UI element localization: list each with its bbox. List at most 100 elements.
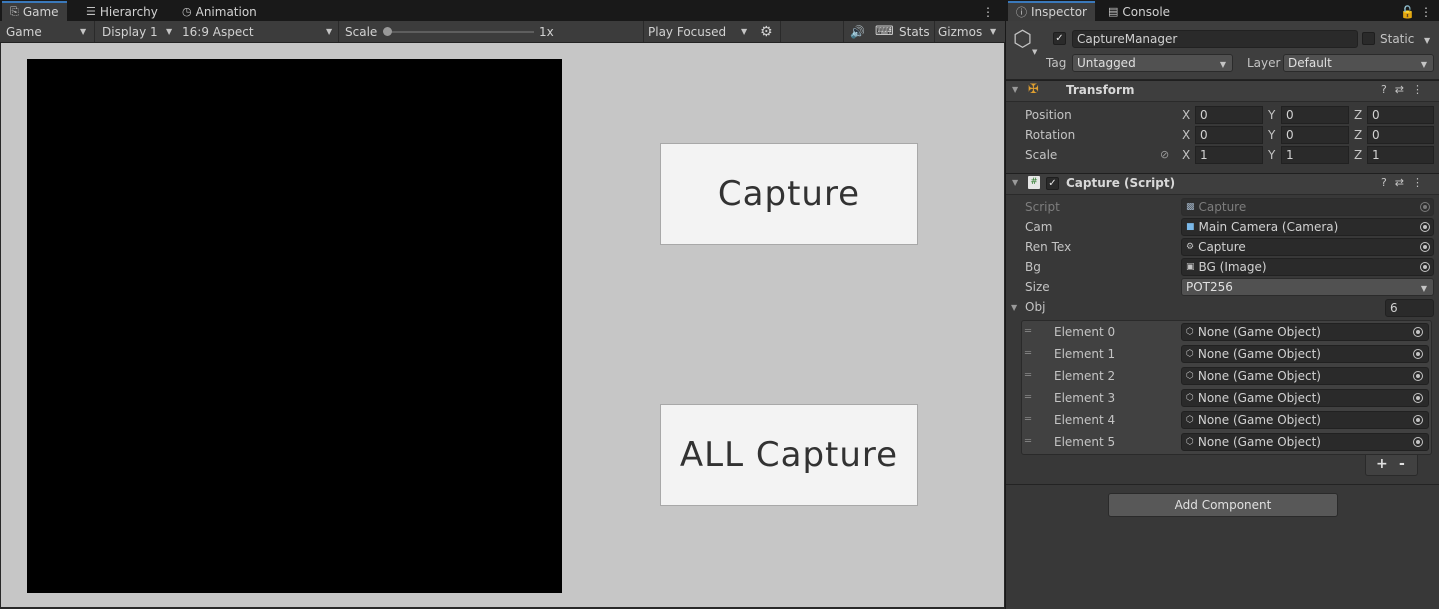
chevron-down-icon: ▼ [326,27,333,36]
list-item-label: Element 3 [1054,391,1116,405]
transform-header[interactable]: ▼ ✠ Transform ?⇄⋮ [1006,80,1439,102]
cam-field[interactable]: ■ Main Camera (Camera) [1181,218,1434,236]
script-file-icon: ▩ [1186,202,1195,212]
display-dropdown[interactable]: Display 1 ▼ [102,21,176,42]
bg-label: Bg [1025,260,1041,274]
element-3-value: None (Game Object) [1197,391,1321,405]
tab-console-label: Console [1122,4,1171,19]
element-0-field[interactable]: ⬡ None (Game Object) [1181,323,1429,341]
remove-element-button[interactable]: - [1399,456,1405,472]
capture-button[interactable]: Capture [660,143,918,245]
bug-icon[interactable]: ⚙ [760,21,773,42]
chevron-down-icon: ▼ [1219,60,1226,69]
toolbar-divider [934,21,935,42]
component-menu-icons[interactable]: ?⇄⋮ [1381,83,1431,96]
chevron-down-icon[interactable]: ▼ [1424,36,1430,45]
gizmos-dropdown[interactable]: ▼ [986,21,1000,42]
object-picker-icon[interactable] [1413,437,1423,447]
bg-field-value: BG (Image) [1198,260,1267,274]
cam-label: Cam [1025,220,1053,234]
drag-handle-icon[interactable]: ═ [1025,414,1031,425]
foldout-arrow-icon[interactable]: ▼ [1011,303,1017,312]
chevron-down-icon: ▼ [1032,48,1038,56]
lock-icon[interactable]: 🔓 [1400,2,1415,21]
layer-dropdown[interactable]: Default ▼ [1283,54,1434,72]
tab-animation[interactable]: ◷ Animation [174,2,265,21]
audio-mute-icon[interactable]: 🔊 [850,21,865,42]
position-y-field[interactable]: 0 [1281,106,1349,124]
position-z-field[interactable]: 0 [1367,106,1434,124]
scale-slider-thumb[interactable] [383,27,392,36]
view-mode-dropdown[interactable]: Game ▼ [6,21,92,42]
drag-handle-icon[interactable]: ═ [1025,326,1031,337]
drag-handle-icon[interactable]: ═ [1025,392,1031,403]
aspect-dropdown[interactable]: 16:9 Aspect ▼ [182,21,336,42]
element-1-field[interactable]: ⬡ None (Game Object) [1181,345,1429,363]
drag-handle-icon[interactable]: ═ [1025,348,1031,359]
object-picker-icon[interactable] [1413,415,1423,425]
scale-x-field[interactable]: 1 [1195,146,1263,164]
foldout-arrow-icon[interactable]: ▼ [1012,178,1018,187]
kebab-menu-icon[interactable]: ⋮ [982,2,994,21]
object-picker-icon[interactable] [1413,371,1423,381]
bg-field[interactable]: ▣ BG (Image) [1181,258,1434,276]
keyboard-icon[interactable]: ⌨ [875,21,894,42]
element-4-field[interactable]: ⬡ None (Game Object) [1181,411,1429,429]
add-component-button[interactable]: Add Component [1108,493,1338,517]
layer-value: Default [1288,56,1332,70]
add-element-button[interactable]: + [1376,456,1388,472]
position-x-field[interactable]: 0 [1195,106,1263,124]
gameobject-cube-icon[interactable]: ⬡ [1013,29,1032,51]
position-label: Position [1025,108,1072,122]
component-enabled-checkbox[interactable]: ✓ [1046,177,1059,190]
gameobject-icon: ⬡ [1186,371,1194,381]
object-picker-icon[interactable] [1420,242,1430,252]
scale-z-field[interactable]: 1 [1367,146,1434,164]
object-picker-icon[interactable] [1413,349,1423,359]
object-picker-icon[interactable] [1413,393,1423,403]
foldout-arrow-icon[interactable]: ▼ [1012,85,1018,94]
section-divider [1006,484,1439,485]
ren-tex-field[interactable]: ⚙ Capture [1181,238,1434,256]
static-checkbox[interactable] [1362,32,1375,45]
component-menu-icons[interactable]: ?⇄⋮ [1381,176,1431,189]
scale-y-field[interactable]: 1 [1281,146,1349,164]
gizmos-button[interactable]: Gizmos [938,21,982,42]
tab-inspector[interactable]: ⓘ Inspector [1008,1,1095,21]
list-add-remove: + - [1365,455,1418,476]
scale-slider-track[interactable] [386,31,534,33]
object-picker-icon[interactable] [1420,262,1430,272]
tag-dropdown[interactable]: Untagged ▼ [1072,54,1233,72]
object-name-field[interactable]: CaptureManager [1072,30,1358,48]
game-viewport[interactable]: Capture ALL Capture [1,43,1004,607]
obj-count-field[interactable]: 6 [1385,299,1434,317]
aspect-label: 16:9 Aspect [182,24,254,39]
element-2-field[interactable]: ⬡ None (Game Object) [1181,367,1429,385]
rotation-x-field[interactable]: 0 [1195,126,1263,144]
game-toolbar: Game ▼ Display 1 ▼ 16:9 Aspect ▼ Scale 1… [0,21,1005,43]
element-5-field[interactable]: ⬡ None (Game Object) [1181,433,1429,451]
constrain-proportions-icon[interactable]: ⊘ [1160,148,1169,161]
all-capture-button[interactable]: ALL Capture [660,404,918,506]
rotation-y-field[interactable]: 0 [1281,126,1349,144]
object-picker-icon[interactable] [1413,327,1423,337]
size-value: POT256 [1186,280,1233,294]
toolbar-divider [780,21,781,42]
kebab-menu-icon[interactable]: ⋮ [1420,2,1432,21]
element-3-field[interactable]: ⬡ None (Game Object) [1181,389,1429,407]
object-picker-icon[interactable] [1420,222,1430,232]
axis-x-label: X [1182,128,1191,142]
drag-handle-icon[interactable]: ═ [1025,370,1031,381]
size-dropdown[interactable]: POT256 ▼ [1181,278,1434,296]
stats-button[interactable]: Stats [899,21,930,42]
camera-icon: ■ [1186,222,1195,232]
tab-hierarchy[interactable]: ☰ Hierarchy [78,2,166,21]
active-checkbox[interactable]: ✓ [1053,32,1066,45]
rotation-z-field[interactable]: 0 [1367,126,1434,144]
drag-handle-icon[interactable]: ═ [1025,436,1031,447]
gameobject-icon: ⬡ [1186,393,1194,403]
play-mode-dropdown[interactable]: Play Focused ▼ [648,21,752,42]
tab-game[interactable]: ⎘ Game [2,1,67,21]
capture-script-header[interactable]: ▼ # ✓ Capture (Script) ?⇄⋮ [1006,173,1439,195]
tab-console[interactable]: ▤ Console [1100,2,1178,21]
